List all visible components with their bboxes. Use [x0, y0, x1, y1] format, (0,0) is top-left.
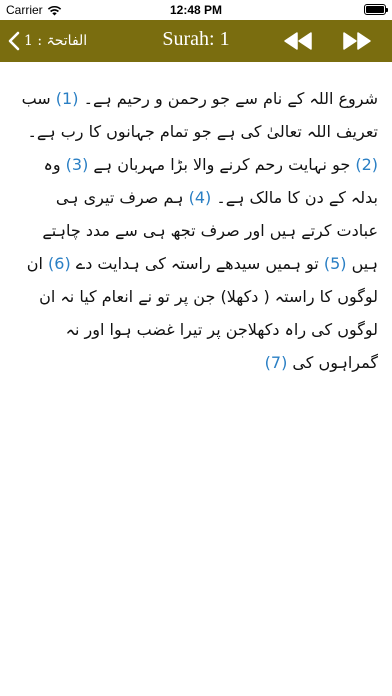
- back-button[interactable]: الفاتحۃ : 1: [8, 26, 87, 56]
- verse-text: شروع اللہ کے نام سے جو رحمن و رحیم ہے۔ (…: [14, 82, 378, 379]
- verse-5-number[interactable]: (5): [324, 254, 347, 273]
- previous-surah-button[interactable]: [282, 29, 314, 53]
- verse-2-number[interactable]: (2): [355, 155, 378, 174]
- status-bar: Carrier 12:48 PM: [0, 0, 392, 20]
- verse-1-number[interactable]: (1): [56, 89, 79, 108]
- chevron-left-icon: [8, 31, 20, 51]
- verse-6-text: تو ہمیں سیدھے راستہ کی ہدایت دے: [70, 254, 324, 273]
- back-label: الفاتحۃ : 1: [24, 33, 88, 49]
- navigation-bar: الفاتحۃ : 1 Surah: 1: [0, 20, 392, 62]
- fast-forward-icon: [343, 32, 371, 50]
- verse-1-text: شروع اللہ کے نام سے جو رحمن و رحیم ہے۔: [78, 89, 378, 108]
- verse-6-number[interactable]: (6): [48, 254, 71, 273]
- verse-4-number[interactable]: (4): [189, 188, 212, 207]
- verse-7-number[interactable]: (7): [265, 353, 288, 372]
- verse-3-text: جو نہایت رحم کرنے والا بڑا مہربان ہے: [88, 155, 356, 174]
- rewind-icon: [284, 32, 312, 50]
- battery-icon: [364, 4, 388, 15]
- status-time: 12:48 PM: [169, 3, 223, 17]
- verse-3-number[interactable]: (3): [66, 155, 89, 174]
- next-surah-button[interactable]: [341, 29, 373, 53]
